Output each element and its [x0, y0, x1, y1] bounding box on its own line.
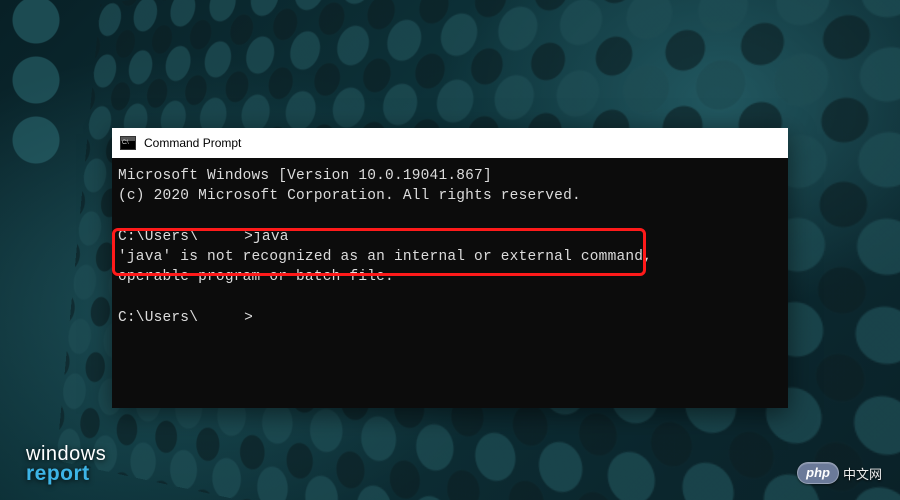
titlebar[interactable]: Command Prompt: [112, 128, 788, 158]
typed-command: >java: [244, 229, 289, 245]
error-line-2: operable program or batch file.: [118, 269, 394, 285]
version-line: Microsoft Windows [Version 10.0.19041.86…: [118, 168, 492, 184]
error-line-1: 'java' is not recognized as an internal …: [118, 249, 652, 265]
prompt2-path: C:\Users\: [118, 310, 198, 326]
php-badge: php: [797, 462, 839, 484]
terminal-output[interactable]: Microsoft Windows [Version 10.0.19041.86…: [112, 158, 788, 336]
prompt1-path: C:\Users\: [118, 229, 198, 245]
redacted-username-2: [198, 310, 244, 323]
watermark-windowsreport: windows report: [26, 445, 106, 484]
copyright-line: (c) 2020 Microsoft Corporation. All righ…: [118, 188, 581, 204]
prompt-line-2: C:\Users\ >: [118, 310, 253, 326]
watermark-left-line2: report: [26, 464, 106, 484]
cmd-icon: [120, 136, 136, 150]
window-title: Command Prompt: [144, 136, 241, 150]
prompt-line-1: C:\Users\ >java: [118, 229, 289, 245]
watermark-php: php 中文网: [797, 462, 882, 484]
prompt2-caret: >: [244, 310, 253, 326]
command-prompt-window: Command Prompt Microsoft Windows [Versio…: [112, 128, 788, 408]
redacted-username: [198, 229, 244, 242]
php-cn-text: 中文网: [843, 464, 882, 483]
